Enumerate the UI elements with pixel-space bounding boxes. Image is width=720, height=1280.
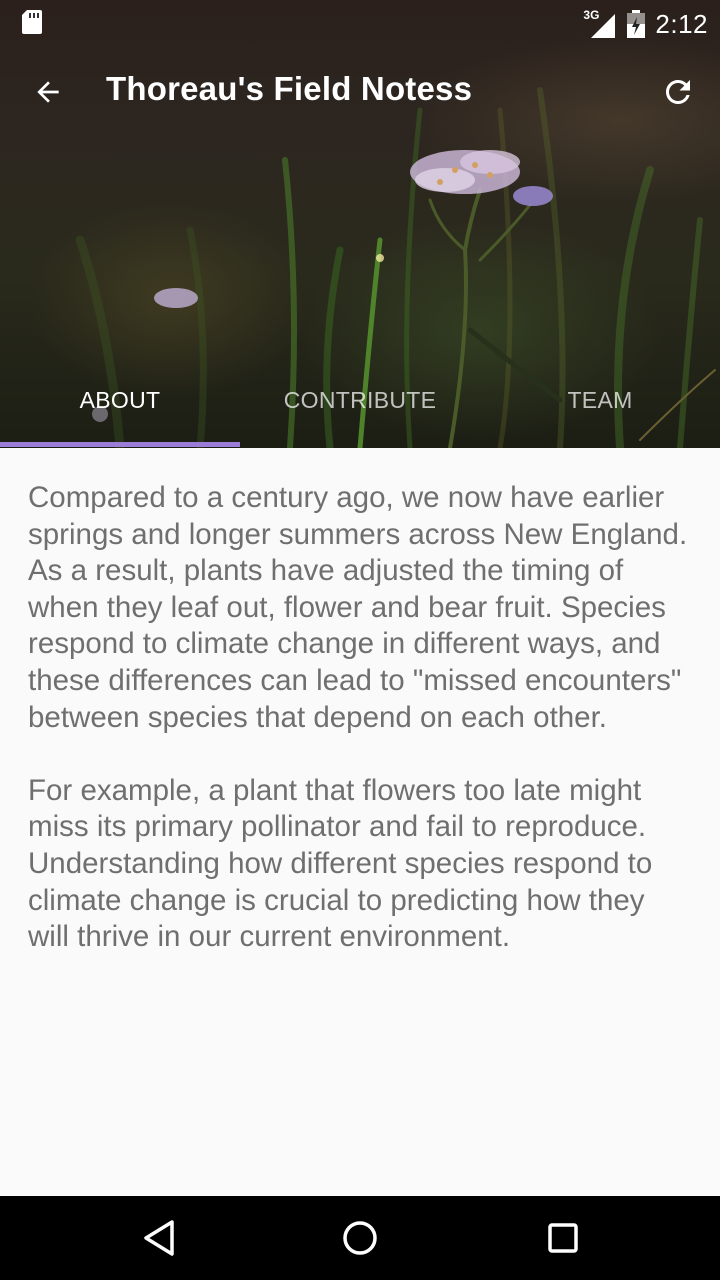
about-content[interactable]: Compared to a century ago, we now have e… <box>0 448 720 1196</box>
toolbar-title: Thoreau's Field Notess <box>106 70 473 107</box>
nav-home-icon <box>343 1221 377 1255</box>
status-time: 2:12 <box>655 8 708 39</box>
nav-back-icon <box>144 1220 174 1256</box>
nav-back-button[interactable] <box>134 1214 184 1262</box>
header-image: 3G 2:12 Thoreau's Field Notess ABOUT CON… <box>0 0 720 448</box>
arrow-back-icon <box>37 81 59 103</box>
nav-recents-icon <box>548 1223 578 1253</box>
status-bar: 3G 2:12 <box>0 0 720 48</box>
back-button[interactable] <box>24 68 72 116</box>
tab-contribute-label: CONTRIBUTE <box>283 386 437 413</box>
battery-icon <box>627 10 646 38</box>
tab-indicator <box>0 442 240 447</box>
tab-bar: ABOUT CONTRIBUTE TEAM <box>0 370 720 448</box>
signal-icon: 3G <box>583 8 617 38</box>
sd-card-icon <box>22 10 42 34</box>
tab-about[interactable]: ABOUT <box>0 370 240 448</box>
tab-team-label: TEAM <box>567 386 633 413</box>
navigation-bar <box>0 1196 720 1280</box>
refresh-button[interactable] <box>654 68 702 116</box>
refresh-icon <box>666 80 690 104</box>
nav-recents-button[interactable] <box>538 1214 588 1262</box>
about-paragraph: Compared to a century ago, we now have e… <box>28 481 688 734</box>
toolbar: Thoreau's Field Notess <box>0 56 720 126</box>
tab-about-label: ABOUT <box>79 386 161 413</box>
about-paragraph: For example, a plant that flowers too la… <box>28 773 653 954</box>
tab-team[interactable]: TEAM <box>480 370 720 448</box>
tab-contribute[interactable]: CONTRIBUTE <box>240 370 480 448</box>
nav-home-button[interactable] <box>335 1214 385 1262</box>
